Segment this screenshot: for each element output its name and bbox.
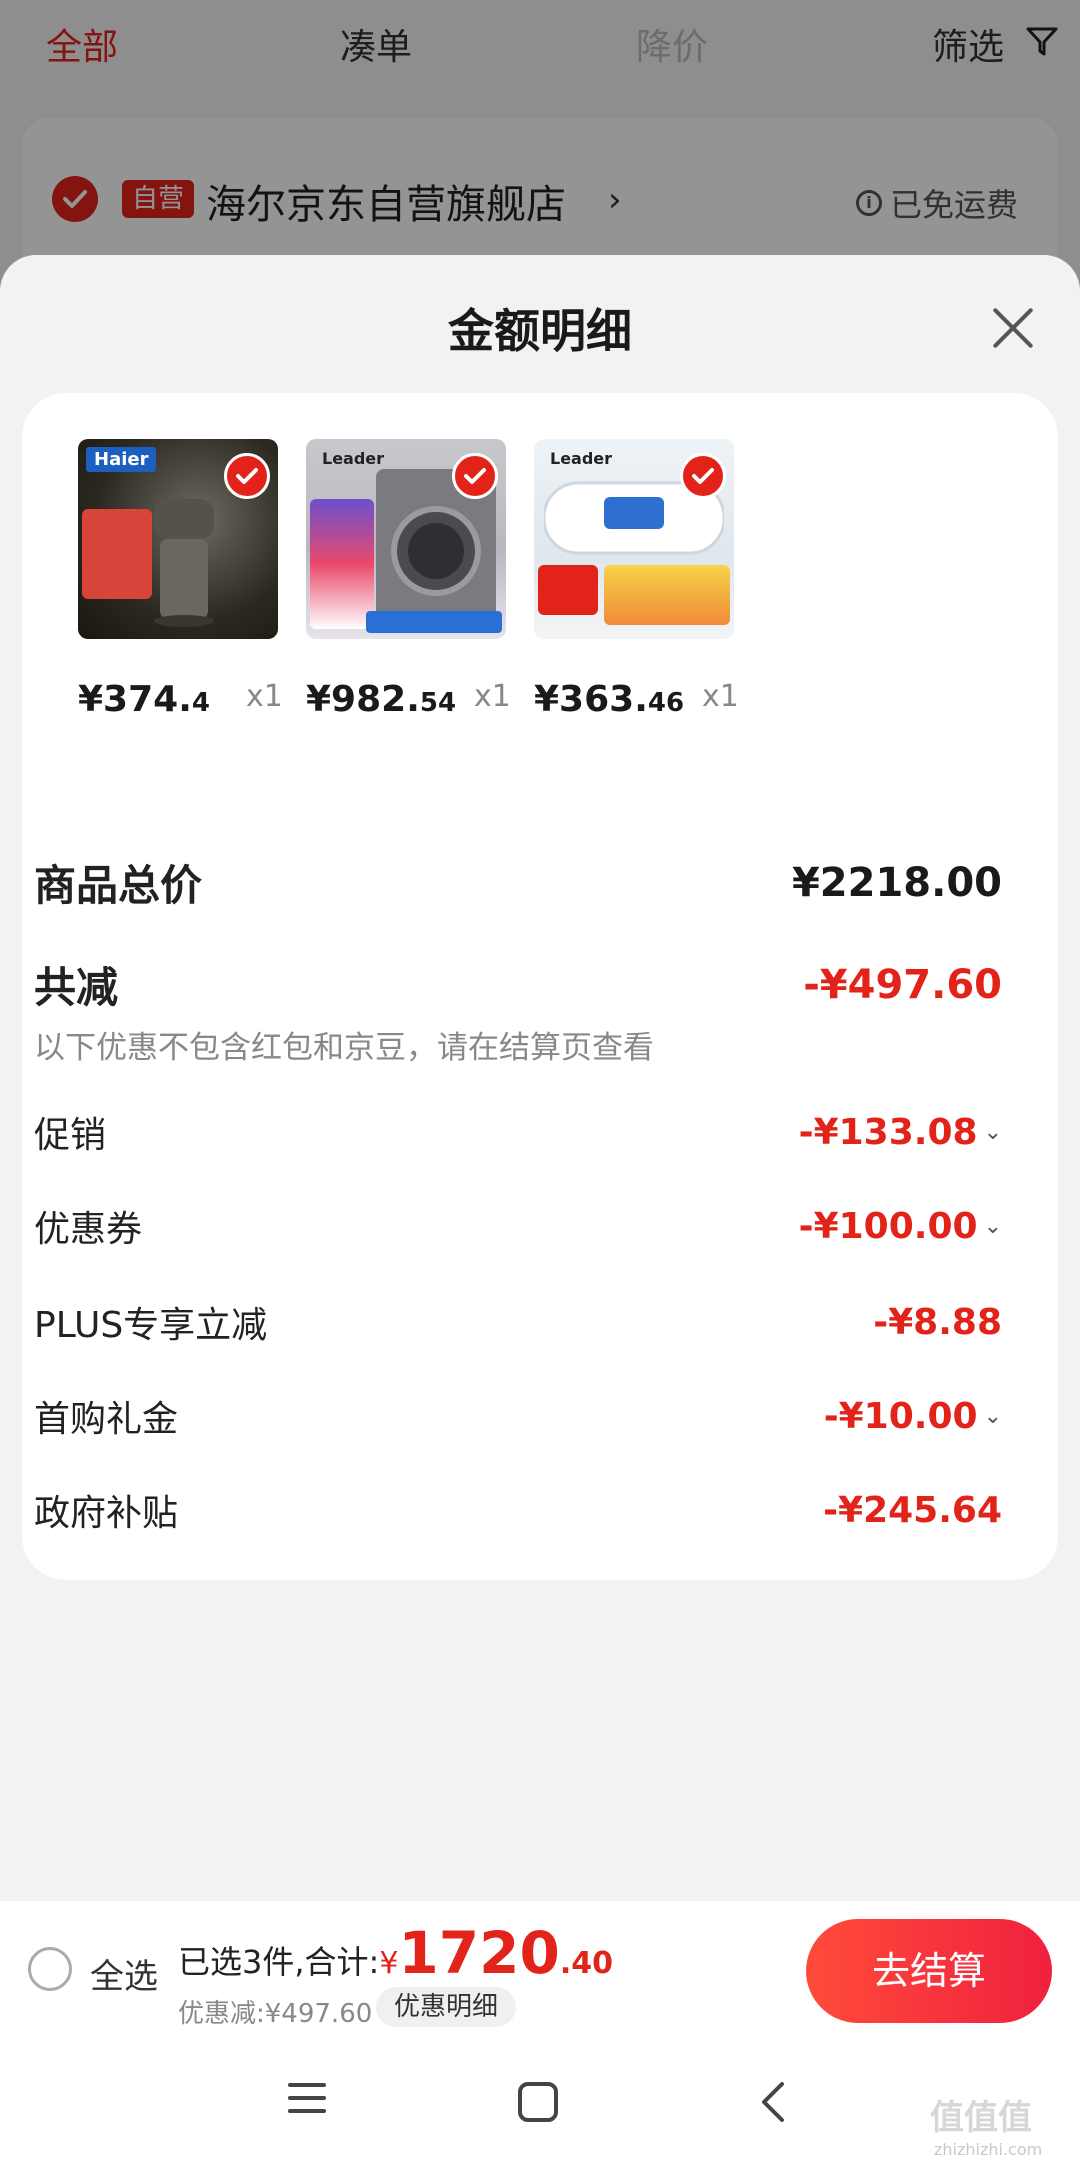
discount-note: 以下优惠不包含红包和京豆，请在结算页查看 bbox=[34, 1030, 654, 1066]
discount-value: -¥133.08 bbox=[798, 1111, 978, 1153]
brand-logo: Leader bbox=[550, 449, 613, 468]
discount-value: -¥245.64 bbox=[823, 1489, 1002, 1531]
product-price: ¥374.4 bbox=[78, 679, 210, 720]
sheet-title: 金额明细 bbox=[448, 304, 632, 358]
promo-banner bbox=[366, 611, 502, 633]
watermark-logo: 值值值 bbox=[930, 2098, 1032, 2138]
select-all-label[interactable]: 全选 bbox=[90, 1949, 158, 1998]
selected-check-icon[interactable] bbox=[452, 453, 498, 499]
discount-label: 促销 bbox=[34, 1115, 107, 1156]
discount-row-promotion[interactable]: 促销 -¥133.08 ⌄ bbox=[34, 1106, 1002, 1158]
discount-label: 政府补贴 bbox=[34, 1493, 179, 1534]
product-item[interactable]: Leader ¥982.54 x1 bbox=[306, 439, 511, 720]
product-image[interactable]: Haier bbox=[78, 439, 278, 639]
brand-logo: Leader bbox=[322, 449, 385, 468]
promo-banner bbox=[604, 565, 730, 625]
discount-value: -¥8.88 bbox=[873, 1301, 1002, 1343]
total-reduction-label: 共减 bbox=[34, 963, 119, 1012]
discount-label: 优惠券 bbox=[34, 1209, 143, 1250]
total-price-value: ¥2218.00 bbox=[791, 859, 1002, 906]
product-qty: x1 bbox=[246, 679, 283, 714]
product-qty: x1 bbox=[474, 679, 511, 714]
product-item[interactable]: Leader ¥363.46 x1 bbox=[534, 439, 739, 720]
promo-sticker bbox=[82, 509, 152, 599]
product-price: ¥982.54 bbox=[306, 679, 457, 720]
total-amount: 1720 bbox=[398, 1919, 560, 1987]
amount-breakdown-card bbox=[22, 808, 1058, 1580]
checkout-button[interactable]: 去结算 bbox=[806, 1919, 1052, 2023]
discount-summary: 优惠减:¥497.60 bbox=[178, 1999, 373, 2029]
system-nav-bar bbox=[0, 2036, 1080, 2168]
total-reduction-row: 共减 -¥497.60 bbox=[34, 954, 1002, 1015]
chevron-down-icon[interactable]: ⌄ bbox=[984, 1404, 1002, 1429]
product-price: ¥363.46 bbox=[534, 679, 685, 720]
product-item[interactable]: Haier ¥374.4 x1 bbox=[78, 439, 283, 720]
selected-check-icon[interactable] bbox=[224, 453, 270, 499]
home-icon[interactable] bbox=[516, 2080, 560, 2124]
product-image[interactable]: Leader bbox=[306, 439, 506, 639]
discount-row-coupon[interactable]: 优惠券 -¥100.00 ⌄ bbox=[34, 1200, 1002, 1252]
total-price-row: 商品总价 ¥2218.00 bbox=[34, 852, 1002, 913]
discount-row-plus: PLUS专享立减 -¥8.88 bbox=[34, 1296, 1002, 1348]
total-reduction-value: -¥497.60 bbox=[803, 961, 1002, 1008]
discount-detail-button[interactable]: 优惠明细 bbox=[376, 1987, 517, 2027]
discount-row-subsidy: 政府补贴 -¥245.64 bbox=[34, 1484, 1002, 1536]
promo-sticker bbox=[310, 499, 374, 629]
checkout-bar: 全选 已选3件,合计:¥1720.40 优惠减:¥497.60 优惠明细 去结算 bbox=[0, 1900, 1080, 2036]
total-price-label: 商品总价 bbox=[34, 861, 203, 910]
product-qty: x1 bbox=[702, 679, 739, 714]
chevron-down-icon[interactable]: ⌄ bbox=[984, 1120, 1002, 1145]
discount-value: -¥100.00 bbox=[798, 1205, 978, 1247]
chevron-down-icon[interactable]: ⌄ bbox=[984, 1214, 1002, 1239]
promo-sticker bbox=[538, 565, 598, 615]
watermark-url: zhizhizhi.com bbox=[934, 2140, 1043, 2159]
product-illustration bbox=[154, 499, 214, 627]
discount-row-first-purchase[interactable]: 首购礼金 -¥10.00 ⌄ bbox=[34, 1390, 1002, 1442]
brand-logo: Haier bbox=[86, 447, 157, 472]
discount-label: PLUS专享立减 bbox=[34, 1305, 268, 1346]
selected-summary: 已选3件,合计:¥1720.40 bbox=[178, 1919, 614, 1987]
selected-check-icon[interactable] bbox=[680, 453, 726, 499]
select-all-radio[interactable] bbox=[28, 1947, 72, 1991]
product-image[interactable]: Leader bbox=[534, 439, 734, 639]
discount-value: -¥10.00 bbox=[823, 1395, 978, 1437]
discount-label: 首购礼金 bbox=[34, 1399, 179, 1440]
close-icon[interactable] bbox=[985, 299, 1041, 355]
back-icon[interactable] bbox=[758, 2080, 788, 2124]
menu-icon[interactable] bbox=[286, 2080, 328, 2116]
